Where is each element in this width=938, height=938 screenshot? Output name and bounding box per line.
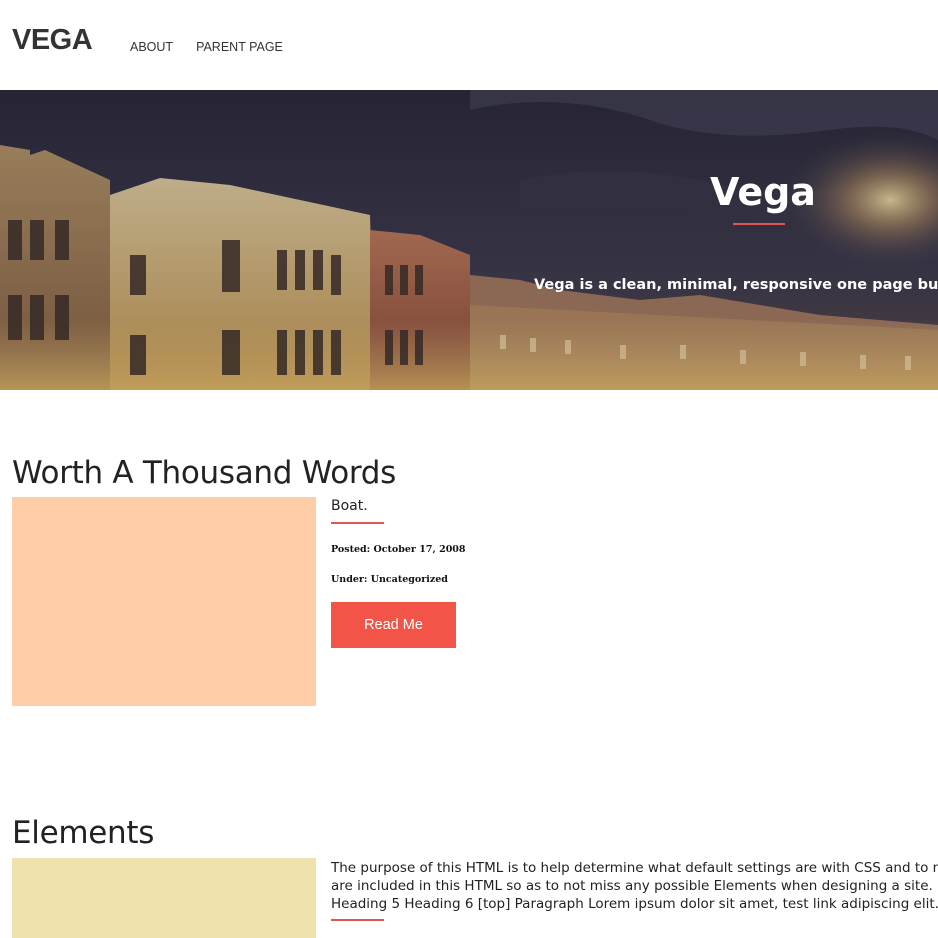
main-nav: ABOUT PARENT PAGE	[130, 40, 283, 54]
read-me-button[interactable]: Read Me	[331, 602, 456, 648]
site-header: VEGA ABOUT PARENT PAGE	[0, 0, 938, 90]
nav-item-about[interactable]: ABOUT	[130, 40, 173, 54]
hero-title: Vega	[710, 170, 816, 214]
excerpt-line: are included in this HTML so as to not m…	[331, 878, 938, 894]
post-title[interactable]: Boat.	[331, 498, 368, 514]
excerpt-line: Heading 5 Heading 6 [top] Paragraph Lore…	[331, 896, 938, 912]
post-thumbnail[interactable]	[12, 858, 316, 938]
excerpt-underline	[331, 919, 384, 921]
post-title-underline	[331, 522, 384, 524]
post-excerpt: The purpose of this HTML is to help dete…	[331, 859, 938, 913]
excerpt-line: The purpose of this HTML is to help dete…	[331, 860, 938, 876]
nav-item-parent-page[interactable]: PARENT PAGE	[196, 40, 283, 54]
post-thumbnail[interactable]	[12, 497, 316, 706]
hero-background-image	[0, 90, 938, 390]
section-heading-elements[interactable]: Elements	[12, 815, 154, 851]
post-category: Under: Uncategorized	[331, 574, 448, 585]
site-logo[interactable]: VEGA	[12, 24, 93, 57]
hero-tagline: Vega is a clean, minimal, responsive one…	[534, 277, 938, 293]
post-date: Posted: October 17, 2008	[331, 544, 466, 555]
section-heading-worth-a-thousand-words[interactable]: Worth A Thousand Words	[12, 455, 396, 491]
hero-banner: Vega Vega is a clean, minimal, responsiv…	[0, 90, 938, 390]
hero-title-underline	[733, 223, 785, 225]
